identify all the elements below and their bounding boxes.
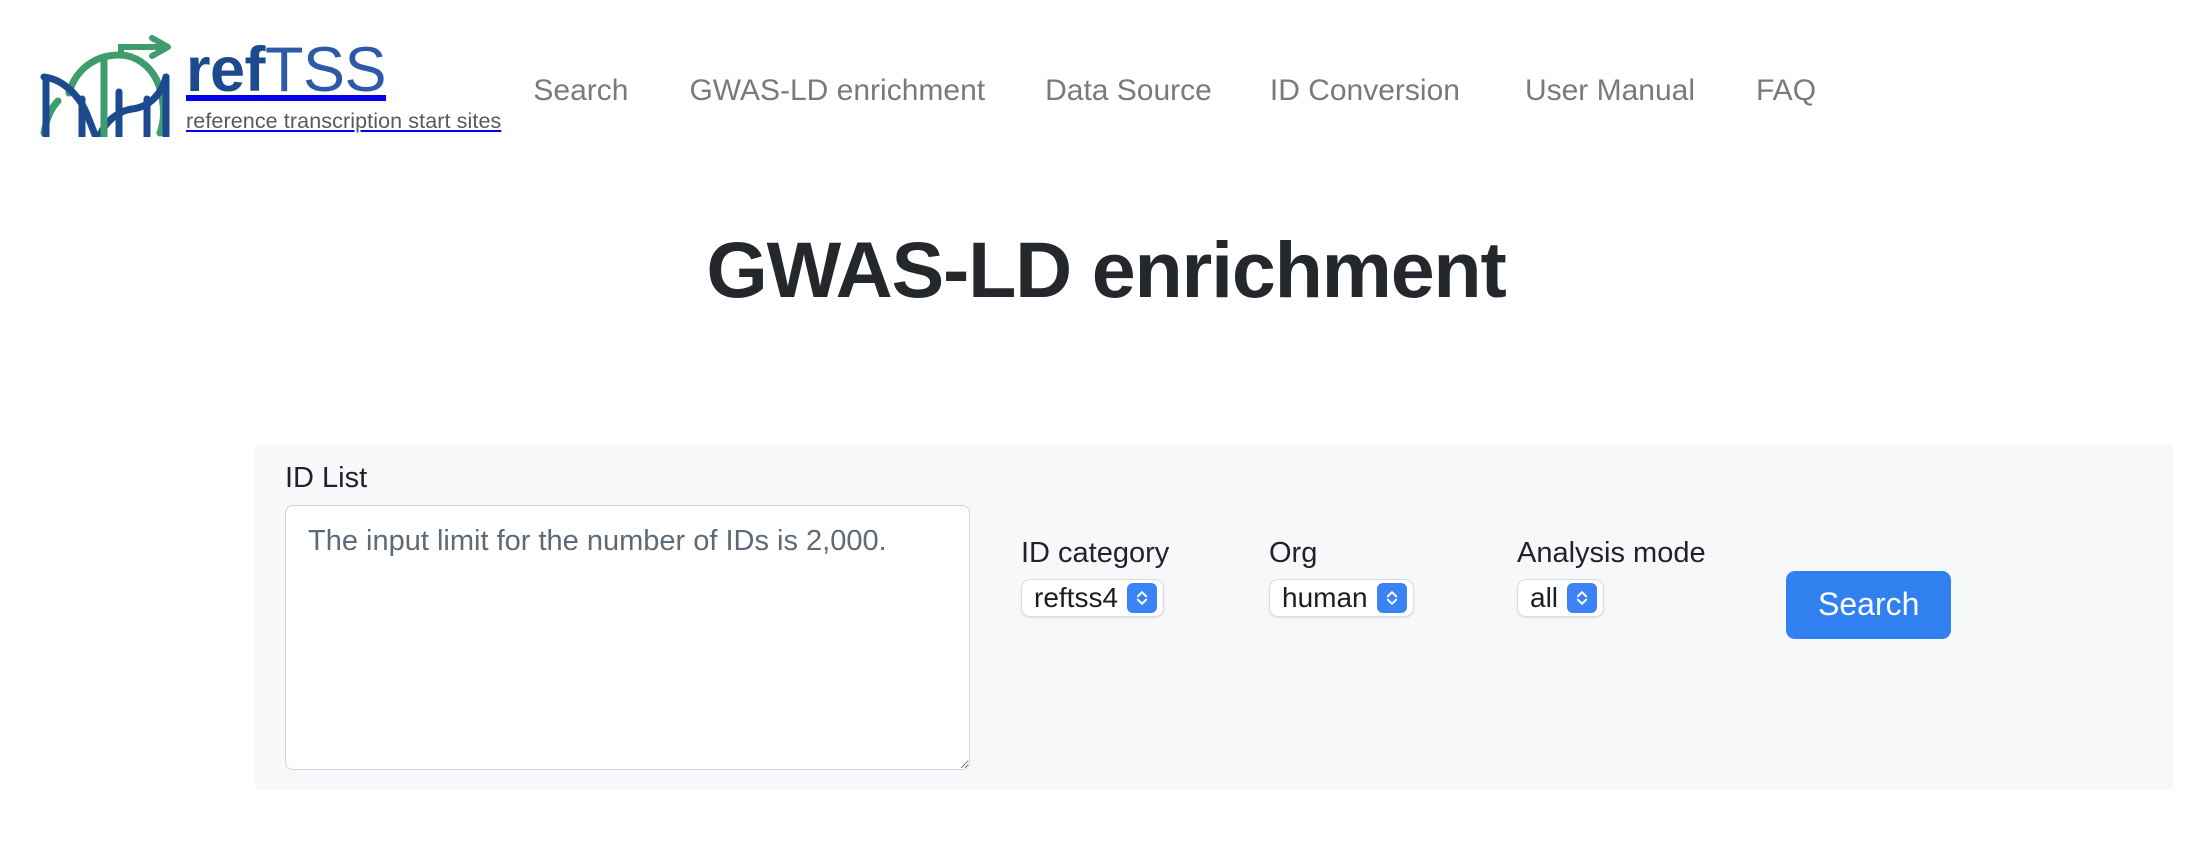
id-category-field-group: ID category reftss4 [1021,537,1170,617]
chevron-updown-icon [1376,582,1407,613]
nav-search[interactable]: Search [531,70,630,112]
wordmark-tss: TSS [265,35,387,105]
id-list-label: ID List [285,462,368,494]
analysis-mode-label: Analysis mode [1517,537,1706,569]
analysis-mode-field-group: Analysis mode all [1517,537,1706,617]
nav-gwas-ld-enrichment[interactable]: GWAS-LD enrichment [687,70,987,112]
chevron-updown-icon [1567,582,1598,613]
org-select[interactable]: human [1269,578,1414,617]
search-form-panel: ID List ID category reftss4 Org human [255,445,2173,790]
id-category-selected-value: reftss4 [1034,581,1119,613]
brand-tagline: reference transcription start sites [186,109,502,133]
search-button[interactable]: Search [1786,571,1952,639]
brand-text: refTSS reference transcription start sit… [186,39,501,134]
page-title: GWAS-LD enrichment [706,225,1506,314]
chevron-updown-icon [1127,582,1158,613]
brand-wordmark: refTSS [186,39,501,102]
nav-id-conversion[interactable]: ID Conversion [1268,70,1462,112]
org-field-group: Org human [1269,537,1414,617]
site-header: refTSS reference transcription start sit… [0,0,2212,160]
main-navigation: Search GWAS-LD enrichment Data Source ID… [531,70,2212,112]
id-category-label: ID category [1021,537,1170,569]
wordmark-ref: ref [186,35,266,105]
org-label: Org [1269,537,1318,569]
nav-user-manual[interactable]: User Manual [1523,70,1697,112]
analysis-mode-selected-value: all [1530,581,1559,613]
org-selected-value: human [1282,581,1368,613]
nav-faq[interactable]: FAQ [1754,70,1818,112]
nav-data-source[interactable]: Data Source [1043,70,1214,112]
id-category-select[interactable]: reftss4 [1021,578,1165,617]
dna-helix-arrow-logo [22,29,184,141]
brand-logo-link[interactable]: refTSS reference transcription start sit… [22,29,501,141]
id-list-input[interactable] [285,504,970,770]
id-list-field-group: ID List [285,462,970,775]
analysis-mode-select[interactable]: all [1517,578,1605,617]
